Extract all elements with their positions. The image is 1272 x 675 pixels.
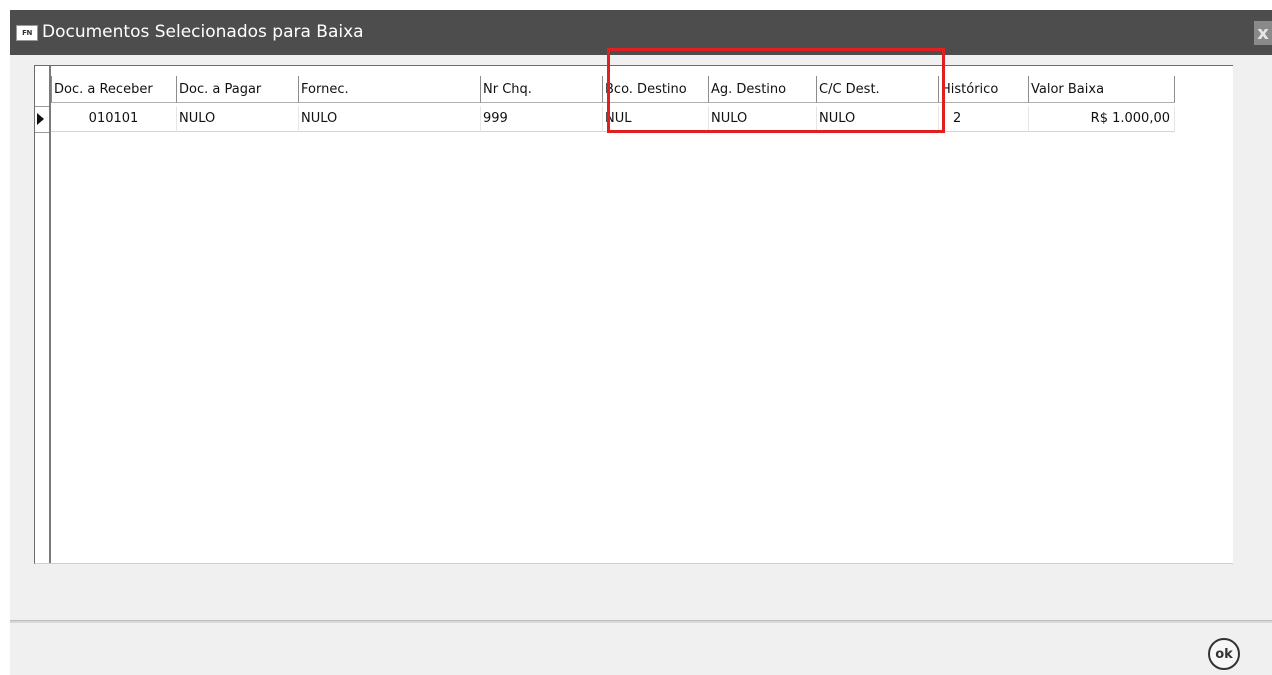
cell-nr-chq[interactable]: 999 (481, 106, 603, 132)
cell-doc-pagar[interactable]: NULO (177, 106, 299, 132)
column-header-valor-baixa[interactable]: Valor Baixa (1029, 76, 1175, 103)
column-header-doc-pagar[interactable]: Doc. a Pagar (177, 76, 299, 103)
row-indicator-column (35, 66, 51, 563)
documents-grid[interactable]: Doc. a Receber Doc. a Pagar Fornec. Nr C… (34, 65, 1233, 564)
footer-divider (10, 620, 1272, 623)
current-row-arrow-icon (37, 113, 44, 125)
cell-fornec[interactable]: NULO (299, 106, 481, 132)
column-header-fornec[interactable]: Fornec. (299, 76, 481, 103)
cell-doc-receber[interactable]: 010101 (51, 106, 177, 132)
annotation-highlight-box (607, 48, 945, 133)
window-title: Documentos Selecionados para Baixa (42, 22, 364, 42)
column-header-historico[interactable]: Histórico (939, 76, 1029, 103)
app-icon: FN (16, 25, 38, 41)
column-header-nr-chq[interactable]: Nr Chq. (481, 76, 603, 103)
ok-button[interactable]: ok (1208, 638, 1240, 670)
close-button[interactable]: x (1254, 21, 1272, 45)
cell-historico[interactable]: 2 (939, 106, 1029, 132)
column-header-doc-receber[interactable]: Doc. a Receber (51, 76, 177, 103)
cell-valor-baixa[interactable]: R$ 1.000,00 (1029, 106, 1175, 132)
